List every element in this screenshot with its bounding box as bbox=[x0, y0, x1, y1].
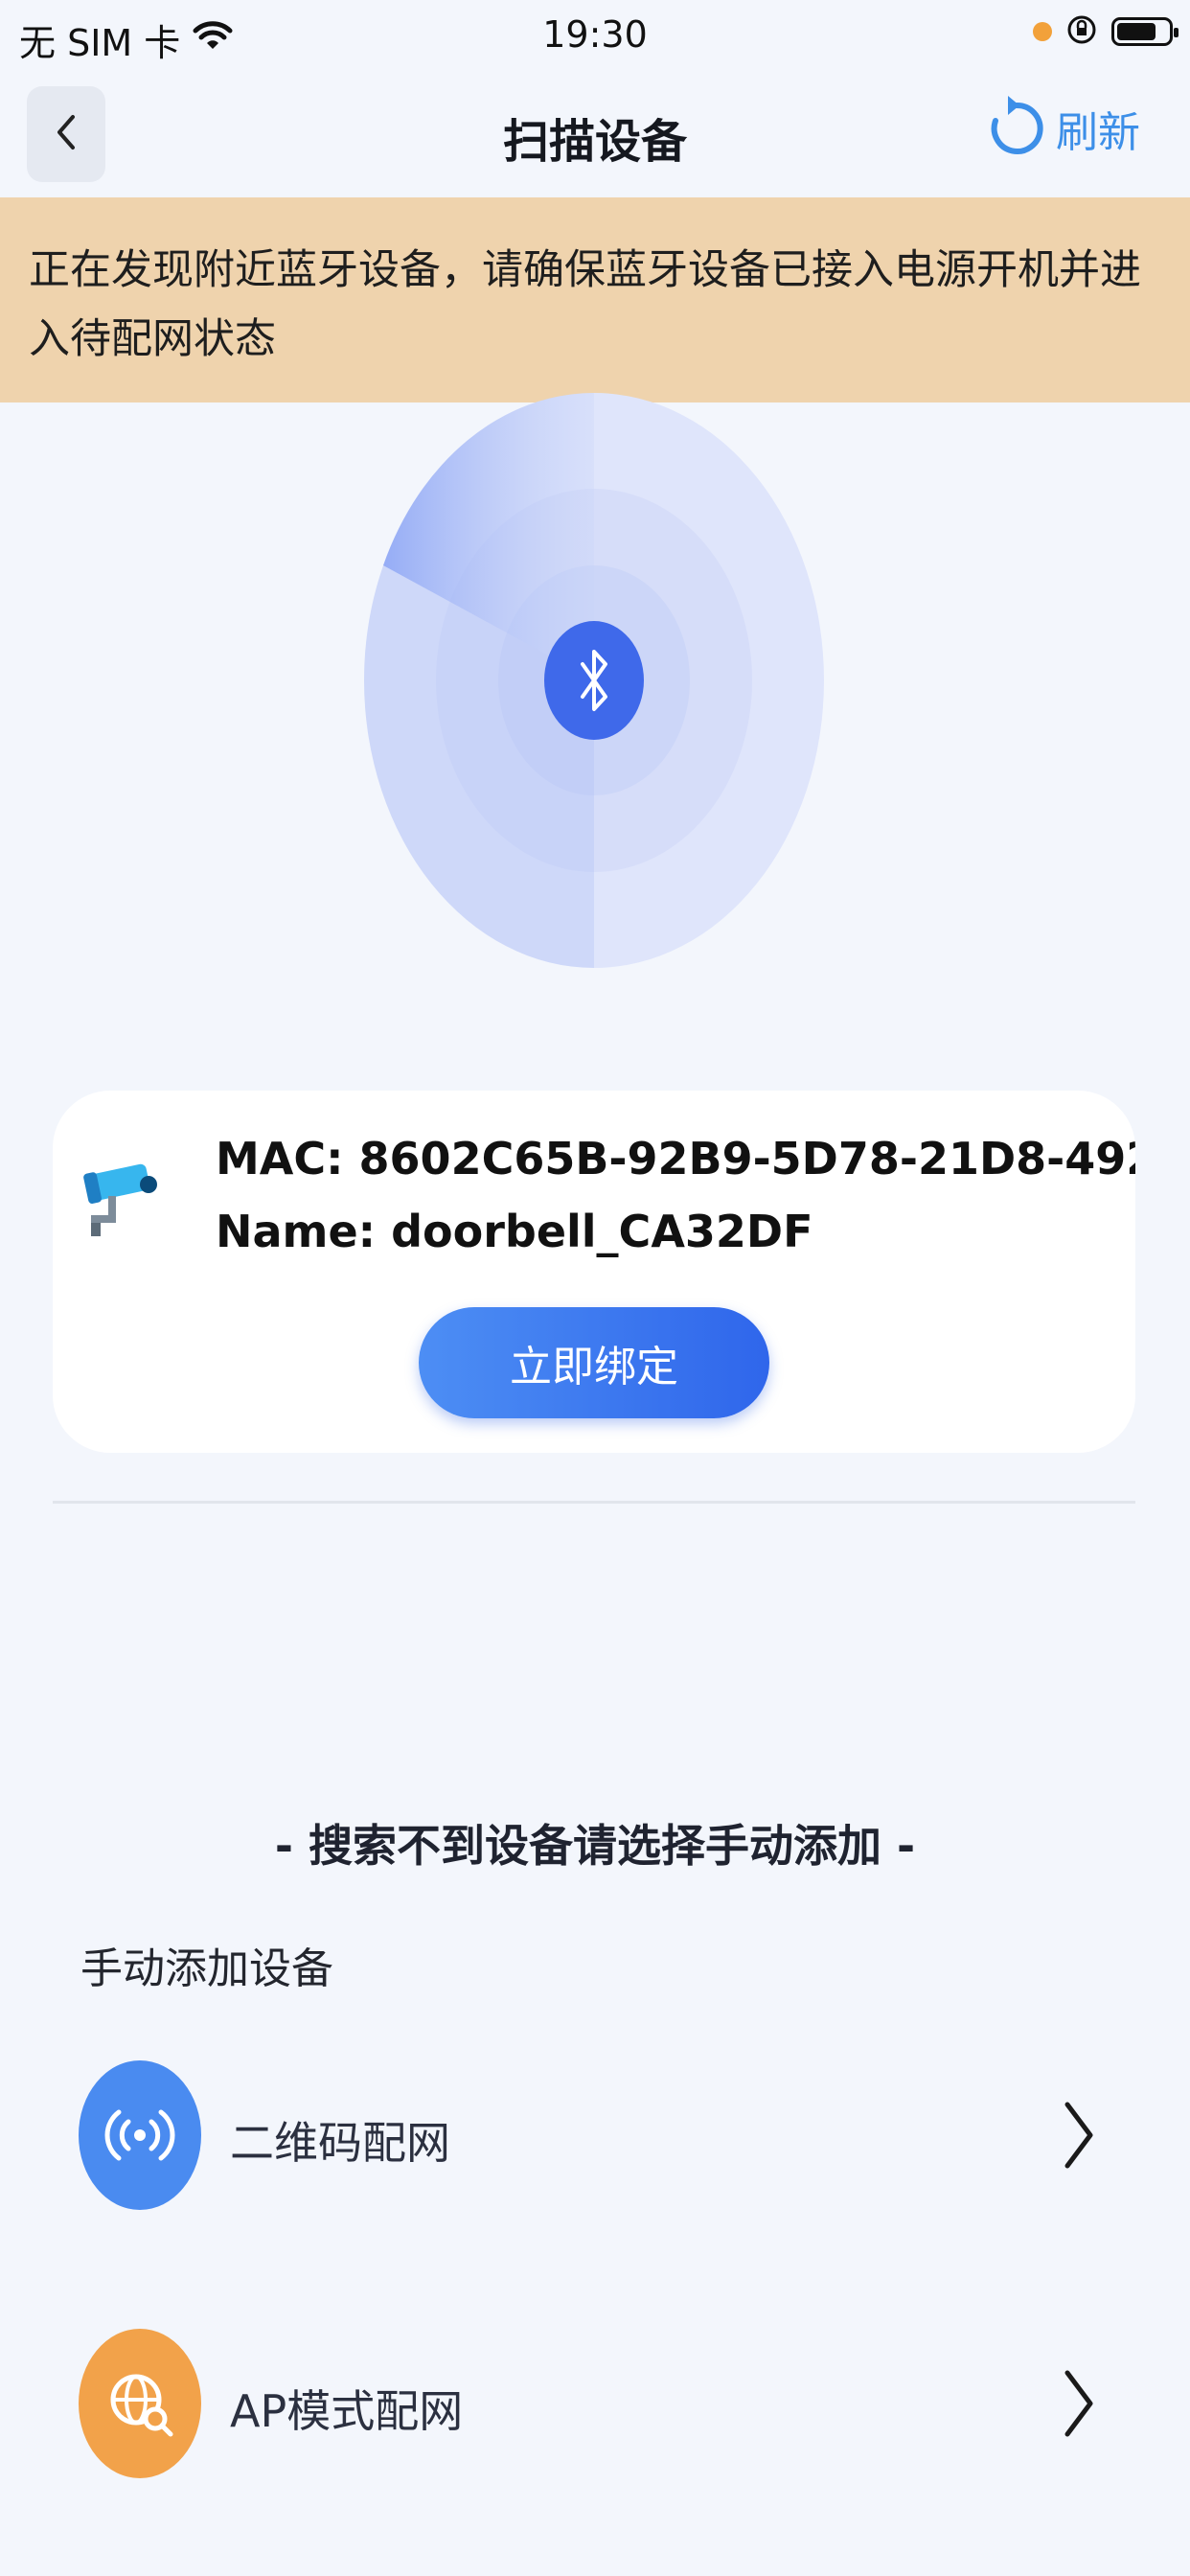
camera-icon bbox=[80, 1160, 166, 1240]
bind-now-button[interactable]: 立即绑定 bbox=[419, 1307, 769, 1418]
manual-section-title: 手动添加设备 bbox=[80, 1944, 333, 1993]
refresh-label: 刷新 bbox=[1056, 108, 1140, 157]
divider bbox=[53, 1501, 1135, 1504]
device-mac: MAC: 8602C65B-92B9-5D78-21D8-49267EB bbox=[216, 1133, 1135, 1184]
battery-icon bbox=[1111, 17, 1179, 46]
refresh-button[interactable]: 刷新 bbox=[987, 92, 1140, 165]
recording-dot-icon bbox=[1033, 22, 1052, 41]
option-qr-provisioning[interactable]: 二维码配网 bbox=[0, 2060, 1190, 2214]
option-label: 二维码配网 bbox=[230, 2117, 450, 2169]
qr-signal-icon bbox=[79, 2060, 201, 2210]
bluetooth-radar bbox=[355, 393, 834, 968]
status-right bbox=[1033, 13, 1179, 50]
device-card: MAC: 8602C65B-92B9-5D78-21D8-49267EB Nam… bbox=[53, 1091, 1135, 1453]
option-label: AP模式配网 bbox=[230, 2385, 464, 2437]
orientation-lock-icon bbox=[1065, 13, 1098, 50]
notice-banner: 正在发现附近蓝牙设备，请确保蓝牙设备已接入电源开机并进入待配网状态 bbox=[0, 197, 1190, 402]
status-bar: 无 SIM 卡 19:30 bbox=[0, 0, 1190, 69]
device-name: Name: doorbell_CA32DF bbox=[216, 1206, 813, 1257]
globe-search-icon bbox=[79, 2329, 201, 2478]
chevron-right-icon bbox=[1060, 2367, 1098, 2444]
chevron-right-icon bbox=[1060, 2099, 1098, 2175]
refresh-icon bbox=[987, 92, 1046, 165]
notice-text: 正在发现附近蓝牙设备，请确保蓝牙设备已接入电源开机并进入待配网状态 bbox=[29, 246, 1141, 363]
status-time: 19:30 bbox=[542, 13, 648, 56]
option-ap-provisioning[interactable]: AP模式配网 bbox=[0, 2329, 1190, 2482]
manual-hint: - 搜索不到设备请选择手动添加 - bbox=[274, 1820, 916, 1872]
